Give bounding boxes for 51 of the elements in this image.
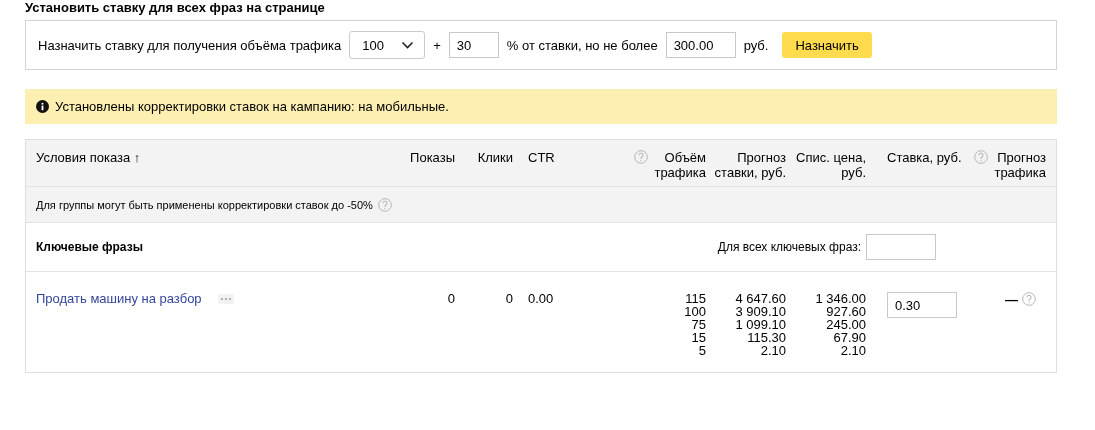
table-cell-text: 2.10 <box>759 344 786 357</box>
group-note-text: Для группы могут быть применены корректировки ставок до -50% <box>36 198 373 211</box>
section-heading: Ключевые фразы <box>36 240 144 254</box>
form-label: % от ставки, но не более <box>506 37 658 53</box>
table-cell-text: 245.00 <box>825 318 866 331</box>
table-cell-text: 100 <box>683 305 706 318</box>
table-cell: — <box>1005 292 1018 306</box>
bid-field[interactable]: 0.30 <box>887 292 957 318</box>
help-icon[interactable] <box>377 197 392 212</box>
table-cell-text: 15 <box>690 331 706 344</box>
column-header[interactable]: Условия показа ↑ <box>36 150 141 165</box>
table-cell-text: 115.30 <box>746 331 786 344</box>
table-cell-text: 0.00 <box>527 292 555 305</box>
traffic-select[interactable]: 100 <box>349 31 426 59</box>
form-label: Назначить ставку для получения объёма трафика <box>38 37 342 53</box>
table-cell-text: 0 <box>504 292 513 305</box>
plus-sign: + <box>433 37 441 53</box>
column-header[interactable]: Объём трафика <box>651 150 706 180</box>
table-cell-text: 3 909.10 <box>734 305 786 318</box>
column-header[interactable]: Ставка, руб. <box>887 150 962 165</box>
table-cell-text: 67.90 <box>832 331 866 344</box>
chevron-down-icon <box>401 41 415 49</box>
column-header[interactable]: CTR <box>528 150 555 165</box>
phrase-link[interactable]: Продать машину на разбор <box>36 292 202 305</box>
help-icon[interactable] <box>1022 292 1036 306</box>
more-options-icon[interactable] <box>217 293 234 304</box>
table-cell-text: 927.60 <box>825 305 866 318</box>
all-phrases-label: Для всех ключевых фраз: <box>716 240 862 254</box>
percent-field[interactable]: 30 <box>448 32 499 58</box>
assign-button[interactable]: Назначить <box>782 32 872 58</box>
info-icon <box>36 100 49 113</box>
help-icon[interactable] <box>974 150 988 164</box>
column-header[interactable]: Клики <box>477 150 513 165</box>
help-icon[interactable] <box>634 150 648 164</box>
column-header[interactable]: Прогноз ставки, руб. <box>706 150 786 180</box>
max-bid-field[interactable]: 300.00 <box>665 32 736 58</box>
column-header[interactable]: Прогноз трафика <box>991 150 1046 180</box>
table-cell-text: 1 346.00 <box>814 292 866 305</box>
table-cell-text: 2.10 <box>839 344 866 357</box>
table-cell-text: 115 <box>684 292 706 305</box>
table-cell-text: 75 <box>690 318 706 331</box>
all-phrases-bid-field[interactable] <box>866 234 936 260</box>
table-cell-text: 0 <box>446 292 455 305</box>
section-title: Установить ставку для всех фраз на странице <box>25 0 326 17</box>
column-header[interactable]: Спис. цена, руб. <box>794 150 866 180</box>
notice-text: Установлены корректировки ставок на кампанию: на мобильные. <box>55 99 449 114</box>
column-header[interactable]: Показы <box>410 150 455 165</box>
table-cell-text: 1 099.10 <box>734 318 786 331</box>
currency-label: руб. <box>743 37 769 53</box>
table-cell-text: 4 647.60 <box>734 292 786 305</box>
table-cell-text: 5 <box>697 344 706 357</box>
